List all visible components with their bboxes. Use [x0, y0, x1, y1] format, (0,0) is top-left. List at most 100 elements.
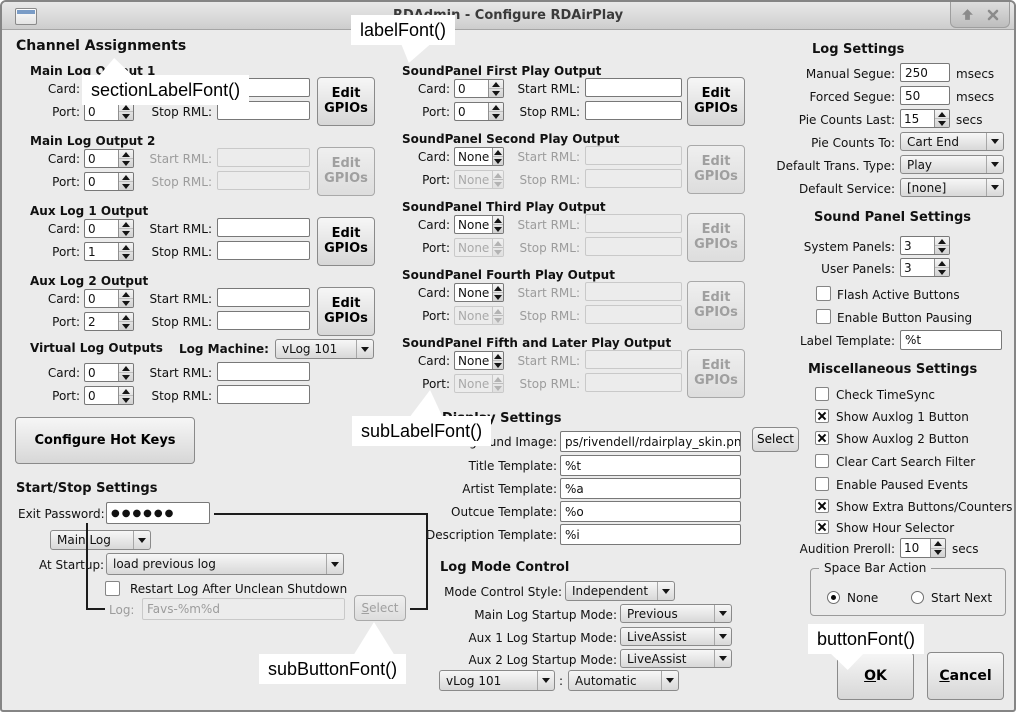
card-spinbox[interactable]: 0 [84, 219, 134, 238]
card-value[interactable]: None [455, 148, 492, 165]
spin-up-icon[interactable] [119, 220, 133, 228]
spin-down-icon[interactable] [489, 88, 503, 97]
port-value[interactable]: 2 [85, 313, 118, 330]
port-value[interactable]: 0 [85, 103, 118, 120]
card-value[interactable]: 0 [85, 220, 118, 237]
chevron-down-icon[interactable] [657, 582, 674, 600]
start-rml-input[interactable] [585, 78, 682, 97]
card-spinbox[interactable]: 0 [454, 79, 504, 98]
port-value[interactable]: 0 [85, 387, 118, 404]
spin-up-icon[interactable] [119, 387, 133, 395]
card-value[interactable]: None [455, 216, 492, 233]
spin-up-icon[interactable] [119, 243, 133, 251]
spin-up-icon[interactable] [493, 216, 503, 224]
system-panels-value[interactable]: 3 [901, 237, 934, 254]
card-value[interactable]: 0 [455, 80, 488, 97]
spin-up-icon[interactable] [119, 173, 133, 181]
chevron-down-icon[interactable] [133, 531, 150, 549]
show-hour-selector-checkbox[interactable] [815, 520, 829, 534]
spin-up-icon[interactable] [493, 148, 503, 156]
chevron-down-icon[interactable] [356, 340, 373, 358]
aux2-log-startup-mode-combobox[interactable]: LiveAssist [620, 649, 732, 668]
spin-down-icon[interactable] [493, 156, 503, 165]
chevron-down-icon[interactable] [986, 179, 1003, 196]
spin-down-icon[interactable] [489, 111, 503, 120]
card-spinbox[interactable]: None [454, 283, 504, 302]
spin-down-icon[interactable] [119, 321, 133, 330]
spin-up-icon[interactable] [119, 313, 133, 321]
space-bar-start-next-radio[interactable] [911, 591, 924, 604]
spin-down-icon[interactable] [493, 224, 503, 233]
spin-down-icon[interactable] [119, 395, 133, 404]
spin-up-icon[interactable] [935, 237, 949, 245]
manual-segue-input[interactable]: 250 [900, 63, 950, 82]
outcue-template-input[interactable]: %o [560, 501, 741, 522]
vlog-mode-combobox[interactable]: Automatic [568, 670, 679, 691]
log-machine-select-combobox[interactable]: Main Log [50, 530, 151, 550]
enable-button-pausing-checkbox[interactable] [816, 309, 831, 324]
title-bar[interactable]: RDAdmin - Configure RDAirPlay [2, 2, 1014, 30]
close-button[interactable] [983, 6, 1003, 24]
exit-password-input[interactable]: ●●●●●● [106, 502, 210, 524]
spin-up-icon[interactable] [489, 103, 503, 111]
chevron-down-icon[interactable] [986, 156, 1003, 173]
chevron-down-icon[interactable] [986, 133, 1003, 150]
pie-counts-to-combobox[interactable]: Cart End [900, 132, 1004, 151]
port-spinbox[interactable]: 0 [84, 172, 134, 191]
log-machine-combobox[interactable]: vLog 101 [275, 339, 374, 359]
stop-rml-input[interactable] [585, 101, 682, 120]
vlog-machine-combobox[interactable]: vLog 101 [439, 670, 555, 691]
space-bar-none-radio[interactable] [827, 591, 840, 604]
start-rml-input[interactable] [217, 288, 310, 307]
artist-template-input[interactable]: %a [560, 478, 741, 499]
card-spinbox[interactable]: 0 [84, 289, 134, 308]
default-trans-type-combobox[interactable]: Play [900, 155, 1004, 174]
system-panels-spinbox[interactable]: 3 [900, 236, 950, 255]
stop-rml-input[interactable] [217, 241, 310, 260]
spin-up-icon[interactable] [935, 110, 949, 118]
clear-cart-search-filter-checkbox[interactable] [815, 454, 829, 468]
start-rml-input[interactable] [217, 362, 310, 381]
forced-segue-input[interactable]: 50 [900, 86, 950, 105]
spin-down-icon[interactable] [119, 372, 133, 381]
label-template-input[interactable]: %t [900, 330, 1002, 350]
spin-down-icon[interactable] [119, 228, 133, 237]
chevron-down-icon[interactable] [326, 554, 343, 574]
card-spinbox[interactable]: None [454, 215, 504, 234]
shade-button[interactable] [957, 6, 977, 24]
card-value[interactable]: None [455, 352, 492, 369]
chevron-down-icon[interactable] [661, 671, 678, 690]
spin-up-icon[interactable] [119, 364, 133, 372]
pie-counts-last-value[interactable]: 15 [901, 110, 934, 127]
port-spinbox[interactable]: 0 [84, 386, 134, 405]
user-panels-value[interactable]: 3 [901, 259, 934, 276]
title-template-input[interactable]: %t [560, 455, 741, 476]
chevron-down-icon[interactable] [537, 671, 554, 690]
spin-down-icon[interactable] [935, 245, 949, 254]
default-service-combobox[interactable]: [none] [900, 178, 1004, 197]
audition-preroll-value[interactable]: 10 [901, 539, 930, 557]
card-spinbox[interactable]: None [454, 147, 504, 166]
card-value[interactable]: None [455, 284, 492, 301]
card-value[interactable]: 0 [85, 290, 118, 307]
description-template-input[interactable]: %i [560, 524, 741, 545]
start-rml-input[interactable] [217, 218, 310, 237]
card-spinbox[interactable]: 0 [84, 363, 134, 382]
card-value[interactable]: 0 [85, 150, 118, 167]
cancel-button[interactable]: Cancel [927, 652, 1004, 700]
enable-paused-events-checkbox[interactable] [815, 477, 829, 491]
pie-counts-last-spinbox[interactable]: 15 [900, 109, 950, 128]
spin-down-icon[interactable] [493, 292, 503, 301]
spin-up-icon[interactable] [493, 284, 503, 292]
background-image-select-button[interactable]: Select [752, 427, 799, 452]
spin-up-icon[interactable] [119, 150, 133, 158]
spin-down-icon[interactable] [493, 360, 503, 369]
chevron-down-icon[interactable] [714, 628, 731, 645]
port-value[interactable]: 0 [455, 103, 488, 120]
edit-gpios-button[interactable]: Edit GPIOs [317, 77, 375, 126]
spin-down-icon[interactable] [935, 118, 949, 127]
show-auxlog1-checkbox[interactable] [815, 409, 829, 423]
port-spinbox[interactable]: 0 [454, 102, 504, 121]
card-value[interactable]: 0 [85, 364, 118, 381]
spin-down-icon[interactable] [935, 267, 949, 276]
